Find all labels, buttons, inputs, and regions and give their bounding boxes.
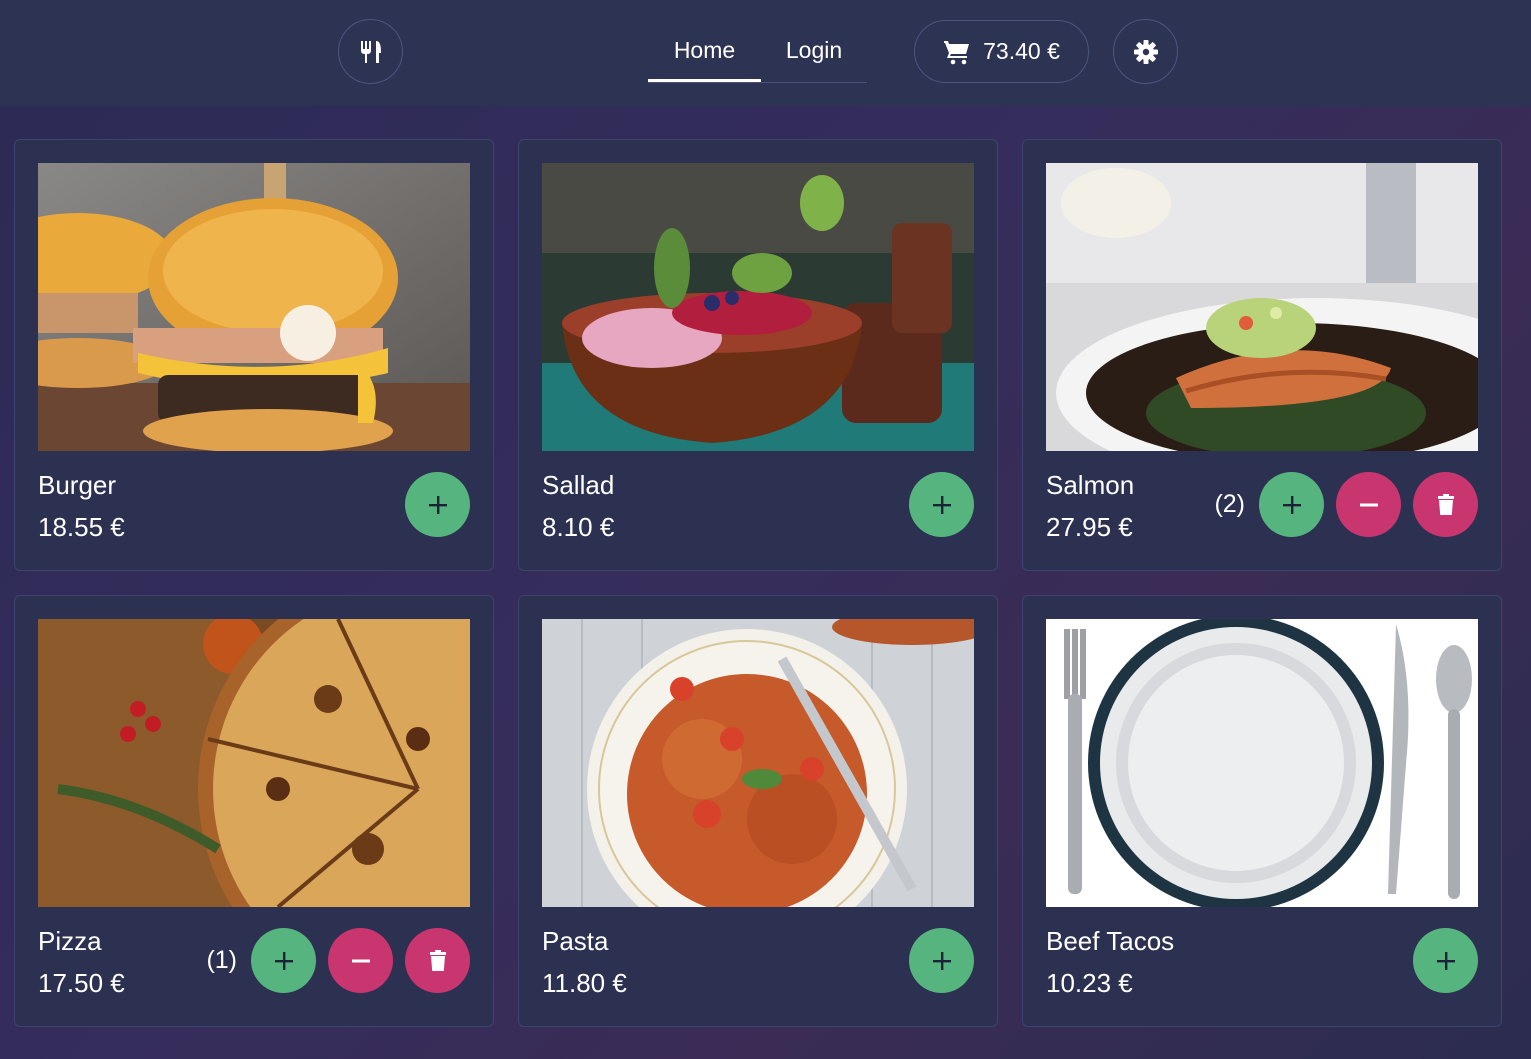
plus-icon: [932, 495, 951, 514]
menu-item-card: Pasta 11.80 €: [518, 595, 998, 1027]
remove-item-button[interactable]: [1413, 472, 1478, 537]
placeholder-plate-image: [1046, 619, 1478, 907]
remove-item-button[interactable]: [405, 928, 470, 993]
item-name: Salmon: [1046, 470, 1135, 500]
item-name: Beef Tacos: [1046, 926, 1175, 956]
add-to-cart-button[interactable]: [1413, 928, 1478, 993]
item-price: 17.50 €: [38, 968, 125, 998]
item-actions: (1): [206, 928, 470, 993]
add-to-cart-button[interactable]: [405, 472, 470, 537]
item-name: Sallad: [542, 470, 615, 500]
menu-item-card: Sallad 8.10 €: [518, 139, 998, 571]
item-price: 8.10 €: [542, 512, 615, 542]
sallad-image: [542, 163, 974, 451]
item-name: Burger: [38, 470, 117, 500]
plus-icon: [1436, 951, 1455, 970]
top-navbar: Home Login 73.40 €: [0, 0, 1531, 106]
item-name: Pasta: [542, 926, 609, 956]
logo-button[interactable]: [338, 19, 403, 84]
item-actions: [909, 928, 974, 993]
salmon-image: [1046, 163, 1478, 451]
item-actions: [1413, 928, 1478, 993]
pasta-image: [542, 619, 974, 907]
cart-total: 73.40 €: [983, 38, 1060, 64]
item-actions: [909, 472, 974, 537]
plus-icon: [932, 951, 951, 970]
plus-icon: [1282, 495, 1301, 514]
utensils-icon: [360, 40, 381, 63]
add-to-cart-button[interactable]: [1259, 472, 1324, 537]
menu-item-card: Salmon 27.95 € (2): [1022, 139, 1502, 571]
pizza-image: [38, 619, 470, 907]
add-to-cart-button[interactable]: [909, 928, 974, 993]
minus-icon: [351, 959, 370, 962]
add-to-cart-button[interactable]: [909, 472, 974, 537]
item-price: 11.80 €: [542, 968, 627, 998]
item-price: 10.23 €: [1046, 968, 1133, 998]
nav-login-link[interactable]: Login: [761, 22, 867, 82]
minus-icon: [1359, 503, 1378, 506]
menu-item-card: Burger 18.55 €: [14, 139, 494, 571]
decrease-quantity-button[interactable]: [1336, 472, 1401, 537]
item-actions: (2): [1214, 472, 1478, 537]
menu-item-card: Pizza 17.50 € (1): [14, 595, 494, 1027]
main-nav: Home Login: [648, 22, 867, 83]
burger-image: [38, 163, 470, 451]
trash-icon: [429, 949, 446, 971]
trash-icon: [1437, 493, 1454, 515]
plus-icon: [274, 951, 293, 970]
gear-icon: [1133, 39, 1158, 64]
menu-item-card: Beef Tacos 10.23 €: [1022, 595, 1502, 1027]
plus-icon: [428, 495, 447, 514]
decrease-quantity-button[interactable]: [328, 928, 393, 993]
item-price: 27.95 €: [1046, 512, 1133, 542]
item-actions: [405, 472, 470, 537]
settings-button[interactable]: [1113, 19, 1178, 84]
item-name: Pizza: [38, 926, 102, 956]
add-to-cart-button[interactable]: [251, 928, 316, 993]
cart-icon: [944, 40, 970, 64]
item-quantity: (1): [206, 946, 237, 974]
item-quantity: (2): [1214, 490, 1245, 518]
cart-button[interactable]: 73.40 €: [914, 20, 1089, 83]
nav-home-link[interactable]: Home: [648, 22, 761, 82]
item-price: 18.55 €: [38, 512, 125, 542]
